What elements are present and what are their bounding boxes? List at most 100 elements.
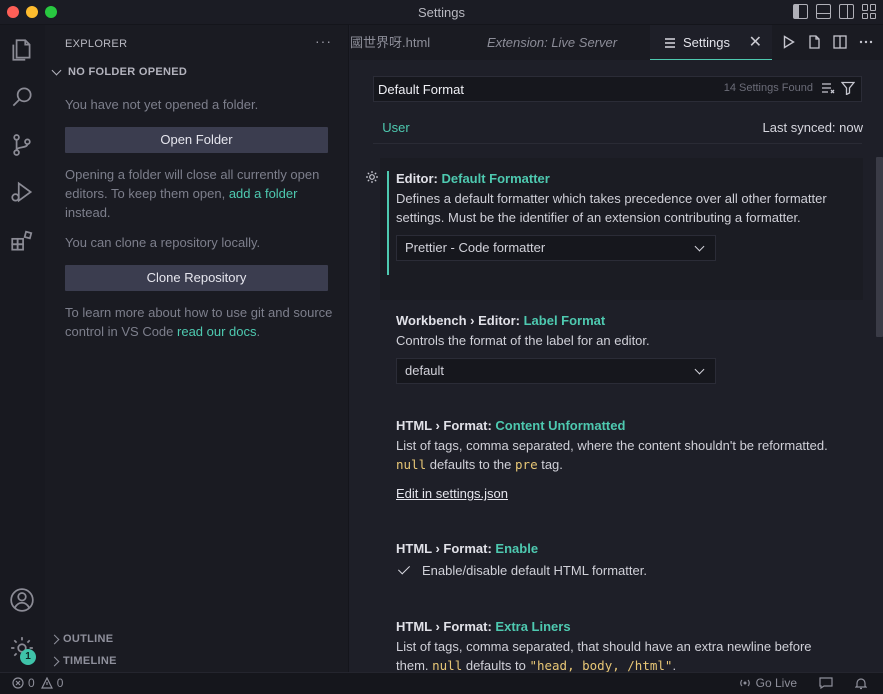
setting-title: Workbench › Editor: Label Format [396, 313, 846, 328]
setting-description: List of tags, comma separated, that shou… [396, 637, 846, 672]
outline-label: OUTLINE [63, 633, 114, 645]
enable-checkbox-row: Enable/disable default HTML formatter. [396, 562, 846, 578]
error-count: 0 [28, 676, 35, 690]
chevron-down-icon [51, 65, 62, 76]
user-settings-tab[interactable]: User [373, 114, 419, 144]
label-format-select[interactable]: default [396, 358, 716, 384]
select-value: default [405, 363, 445, 378]
desc-text: defaults to [462, 658, 530, 672]
setting-default-formatter: Editor: Default Formatter Defines a defa… [366, 158, 863, 300]
tab-settings[interactable]: Settings ✕ [650, 25, 772, 60]
setting-label-format: Workbench › Editor: Label Format Control… [380, 311, 863, 391]
setting-body: Editor: Default Formatter Defines a defa… [396, 171, 846, 261]
setting-title: HTML › Format: Extra Liners [396, 619, 846, 634]
settings-found-count: 14 Settings Found [723, 82, 813, 94]
accounts-icon[interactable] [8, 586, 36, 614]
setting-category: HTML › Format: [396, 541, 496, 556]
chevron-down-icon [694, 364, 705, 375]
extensions-icon[interactable] [8, 227, 36, 255]
setting-title: HTML › Format: Enable [396, 541, 846, 556]
window-title: Settings [418, 5, 465, 20]
desc-text: defaults to the [426, 457, 516, 472]
learn-text-end: . [256, 324, 261, 339]
customize-layout-icon[interactable] [862, 4, 877, 19]
setting-key: Default Formatter [441, 171, 550, 186]
toggle-panel-icon[interactable] [816, 4, 831, 19]
clone-repository-button[interactable]: Clone Repository [65, 265, 328, 291]
settings-search-input[interactable] [378, 77, 708, 101]
toggle-primary-sidebar-icon[interactable] [793, 4, 808, 19]
code-pre: pre [515, 457, 538, 472]
editor-area: 國世界呀.html Extension: Live Server Setting… [350, 25, 883, 672]
settings-search-box: 14 Settings Found [373, 76, 862, 102]
update-badge: 1 [20, 649, 36, 665]
enable-checkbox[interactable] [396, 562, 412, 578]
status-bar: 0 0 Go Live [0, 672, 883, 694]
problems-status[interactable]: 0 0 [12, 676, 63, 690]
split-editor-icon[interactable] [833, 35, 847, 49]
more-actions-icon[interactable]: ··· [315, 33, 332, 49]
sidebar-title: EXPLORER [65, 38, 128, 50]
explorer-icon[interactable] [8, 36, 36, 64]
tab-label: Settings [683, 35, 730, 50]
notifications-bell-icon[interactable] [855, 677, 867, 690]
vertical-scrollbar[interactable] [876, 157, 883, 337]
no-folder-text: You have not yet opened a folder. [65, 97, 259, 112]
tab-extension-live-server[interactable]: Extension: Live Server [470, 25, 640, 60]
setting-focus-indicator [387, 171, 389, 275]
no-folder-section-header[interactable]: NO FOLDER OPENED [51, 65, 188, 78]
read-docs-link[interactable]: read our docs [177, 324, 257, 339]
setting-body: HTML › Format: Content Unformatted List … [396, 418, 846, 501]
setting-category: HTML › Format: [396, 418, 496, 433]
run-icon[interactable] [783, 35, 795, 49]
setting-key: Label Format [523, 313, 606, 328]
setting-body: Workbench › Editor: Label Format Control… [396, 313, 846, 384]
go-live-button[interactable]: Go Live [739, 676, 797, 690]
learn-more-text: To learn more about how to use git and s… [65, 303, 335, 341]
run-debug-icon[interactable] [8, 178, 36, 206]
setting-description: Controls the format of the label for an … [396, 333, 650, 348]
setting-category: Workbench › Editor: [396, 313, 524, 328]
source-control-icon[interactable] [8, 131, 36, 159]
error-icon [12, 677, 24, 689]
setting-key: Extra Liners [495, 619, 571, 634]
filter-icon[interactable] [841, 81, 855, 95]
tab-html-file[interactable]: 國世界呀.html [350, 25, 450, 60]
clone-text: You can clone a repository locally. [65, 235, 261, 250]
close-tab-icon[interactable]: ✕ [749, 25, 762, 59]
layout-controls [793, 4, 877, 19]
setting-content-unformatted: HTML › Format: Content Unformatted List … [380, 416, 863, 516]
editor-actions [783, 35, 873, 49]
setting-gear-icon[interactable] [365, 170, 379, 184]
opening-text-end: instead. [65, 205, 111, 220]
setting-description: Defines a default formatter which takes … [396, 191, 827, 225]
setting-html-format-enable: HTML › Format: Enable Enable/disable def… [380, 539, 863, 599]
setting-body: HTML › Format: Enable Enable/disable def… [396, 541, 846, 578]
open-settings-json-icon[interactable] [807, 35, 821, 49]
chevron-right-icon [49, 634, 60, 644]
timeline-section-header[interactable]: TIMELINE [49, 655, 117, 667]
warning-count: 0 [56, 676, 64, 690]
more-actions-icon[interactable] [859, 35, 873, 49]
setting-category: Editor: [396, 171, 442, 186]
last-synced-status: Last synced: now [762, 120, 863, 135]
clear-filter-icon[interactable] [821, 81, 835, 95]
tab-label: 國世界呀.html [350, 35, 431, 50]
add-folder-link[interactable]: add a folder [229, 186, 298, 201]
feedback-icon[interactable] [819, 677, 833, 689]
toggle-secondary-sidebar-icon[interactable] [839, 4, 854, 19]
title-bar: Settings [0, 0, 883, 25]
search-icon[interactable] [8, 83, 36, 111]
editor-tabs: 國世界呀.html Extension: Live Server Setting… [350, 25, 883, 60]
desc-text: List of tags, comma separated, where the… [396, 438, 828, 453]
open-folder-button[interactable]: Open Folder [65, 127, 328, 153]
outline-section-header[interactable]: OUTLINE [49, 633, 114, 645]
setting-description: List of tags, comma separated, where the… [396, 436, 846, 474]
scope-divider [373, 143, 862, 144]
section-label: NO FOLDER OPENED [68, 66, 188, 78]
setting-body: HTML › Format: Extra Liners List of tags… [396, 619, 846, 672]
edit-in-settings-json-link[interactable]: Edit in settings.json [396, 486, 846, 501]
select-value: Prettier - Code formatter [405, 240, 546, 255]
checkbox-label: Enable/disable default HTML formatter. [422, 562, 647, 578]
default-formatter-select[interactable]: Prettier - Code formatter [396, 235, 716, 261]
